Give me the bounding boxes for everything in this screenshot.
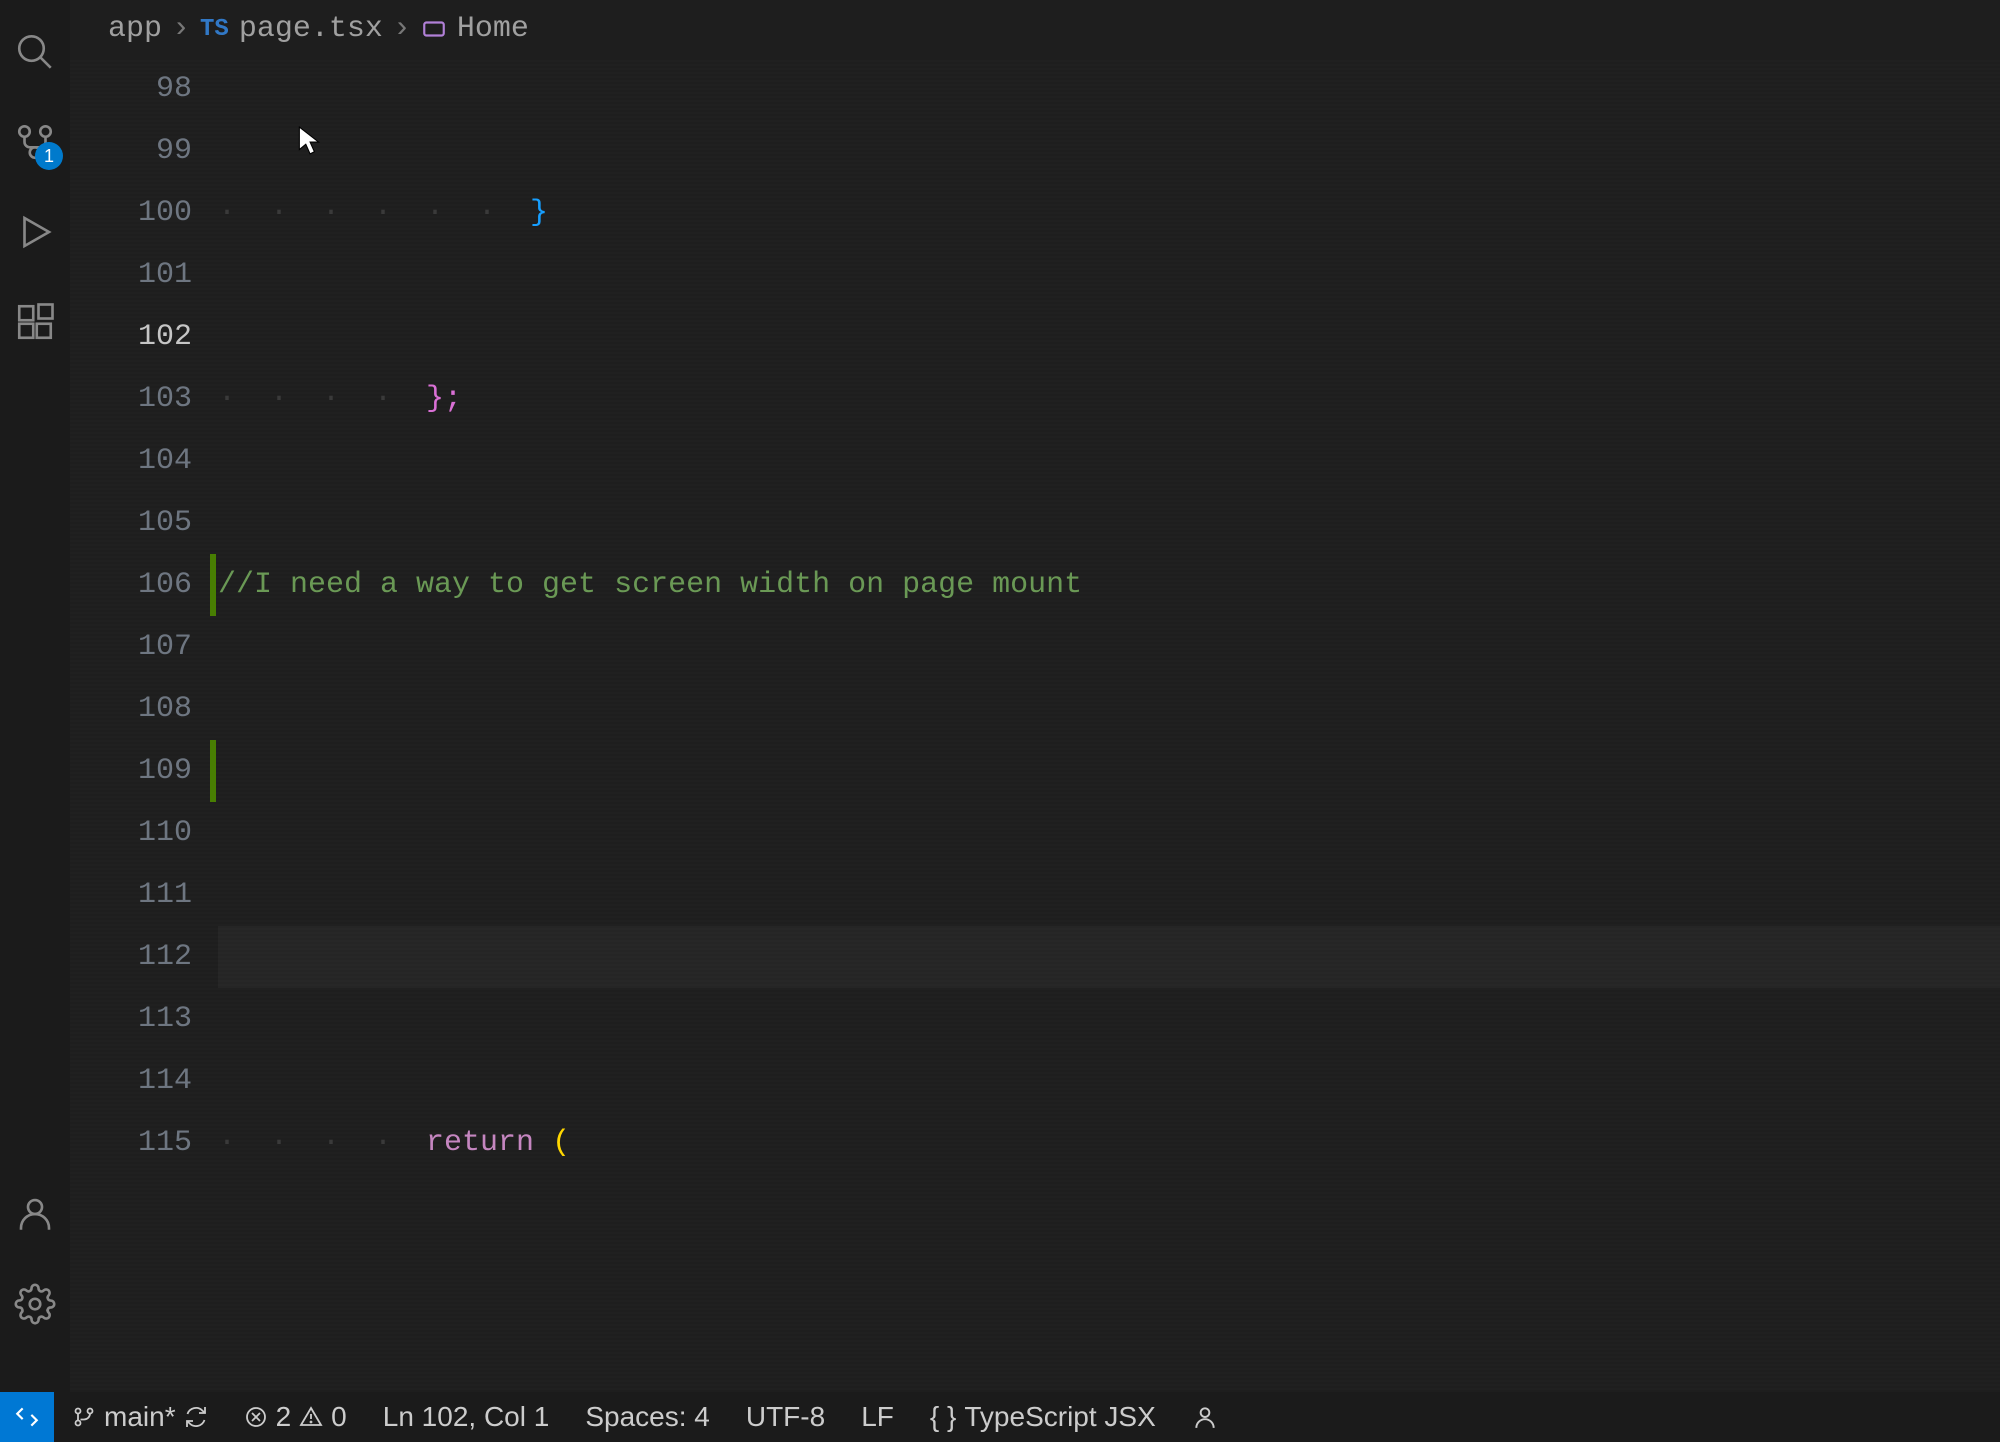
typescript-file-icon: TS: [200, 16, 229, 43]
remote-indicator[interactable]: [0, 1392, 54, 1442]
line-number-gutter: 98 99 100 101 102 103 104 105 106 107 10…: [70, 58, 210, 1174]
accounts-icon[interactable]: [13, 1192, 57, 1236]
scm-badge: 1: [35, 142, 63, 170]
sync-icon[interactable]: [184, 1405, 208, 1429]
status-bar: main* 2 0 Ln 102, Col 1 Spaces: 4 UTF-8 …: [0, 1392, 2000, 1442]
source-control-icon[interactable]: 1: [13, 120, 57, 164]
search-icon[interactable]: [13, 30, 57, 74]
breadcrumb-file[interactable]: page.tsx: [239, 12, 383, 46]
mouse-cursor-icon: [298, 126, 320, 156]
chevron-right-icon: ›: [393, 12, 411, 46]
indentation-status[interactable]: Spaces: 4: [567, 1401, 728, 1433]
warning-icon: [299, 1405, 323, 1429]
activity-bar: 1: [0, 0, 70, 1442]
encoding-status[interactable]: UTF-8: [728, 1401, 843, 1433]
eol-status[interactable]: LF: [843, 1401, 912, 1433]
code-editor[interactable]: 98 99 100 101 102 103 104 105 106 107 10…: [70, 58, 2000, 1392]
settings-gear-icon[interactable]: [13, 1282, 57, 1326]
breadcrumb-symbol[interactable]: Home: [457, 12, 529, 46]
breadcrumb[interactable]: app › TS page.tsx › Home: [70, 0, 2000, 58]
run-debug-icon[interactable]: [13, 210, 57, 254]
problems-status[interactable]: 2 0: [226, 1401, 365, 1433]
error-icon: [244, 1405, 268, 1429]
braces-icon: { }: [930, 1401, 956, 1433]
breadcrumb-folder[interactable]: app: [108, 12, 162, 46]
git-branch-status[interactable]: main*: [54, 1401, 226, 1433]
extensions-icon[interactable]: [13, 300, 57, 344]
chevron-right-icon: ›: [172, 12, 190, 46]
cursor-position-status[interactable]: Ln 102, Col 1: [365, 1401, 568, 1433]
feedback-icon[interactable]: [1174, 1404, 1236, 1430]
symbol-module-icon: [421, 16, 447, 42]
language-mode-status[interactable]: { } TypeScript JSX: [912, 1401, 1174, 1433]
code-content[interactable]: · · · · · · } · · · · }; //I need a way …: [218, 58, 2000, 1392]
